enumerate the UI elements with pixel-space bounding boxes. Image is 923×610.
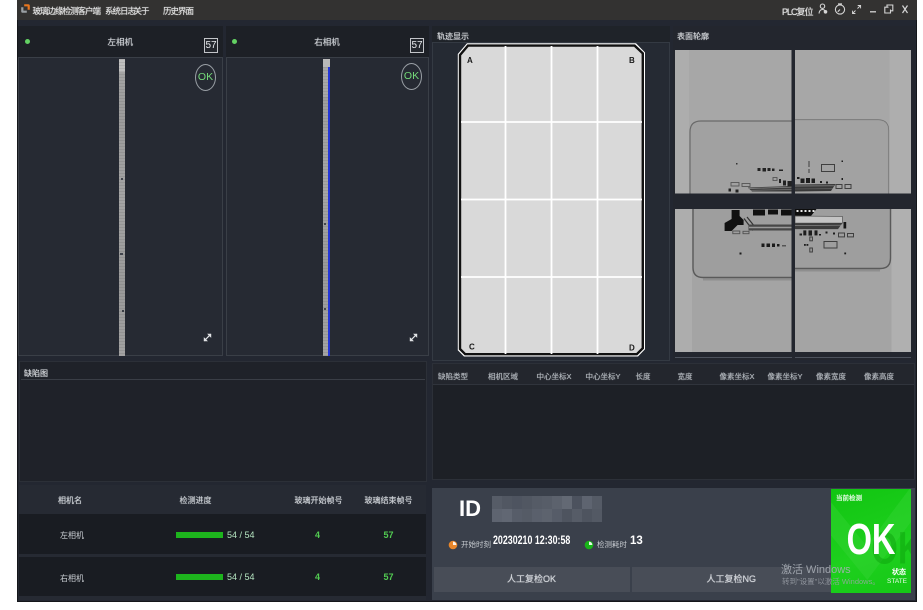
svg-text:B: B (629, 56, 635, 65)
svg-text:A: A (467, 56, 473, 65)
svg-text:D: D (629, 343, 635, 352)
svg-text:C: C (469, 342, 475, 351)
